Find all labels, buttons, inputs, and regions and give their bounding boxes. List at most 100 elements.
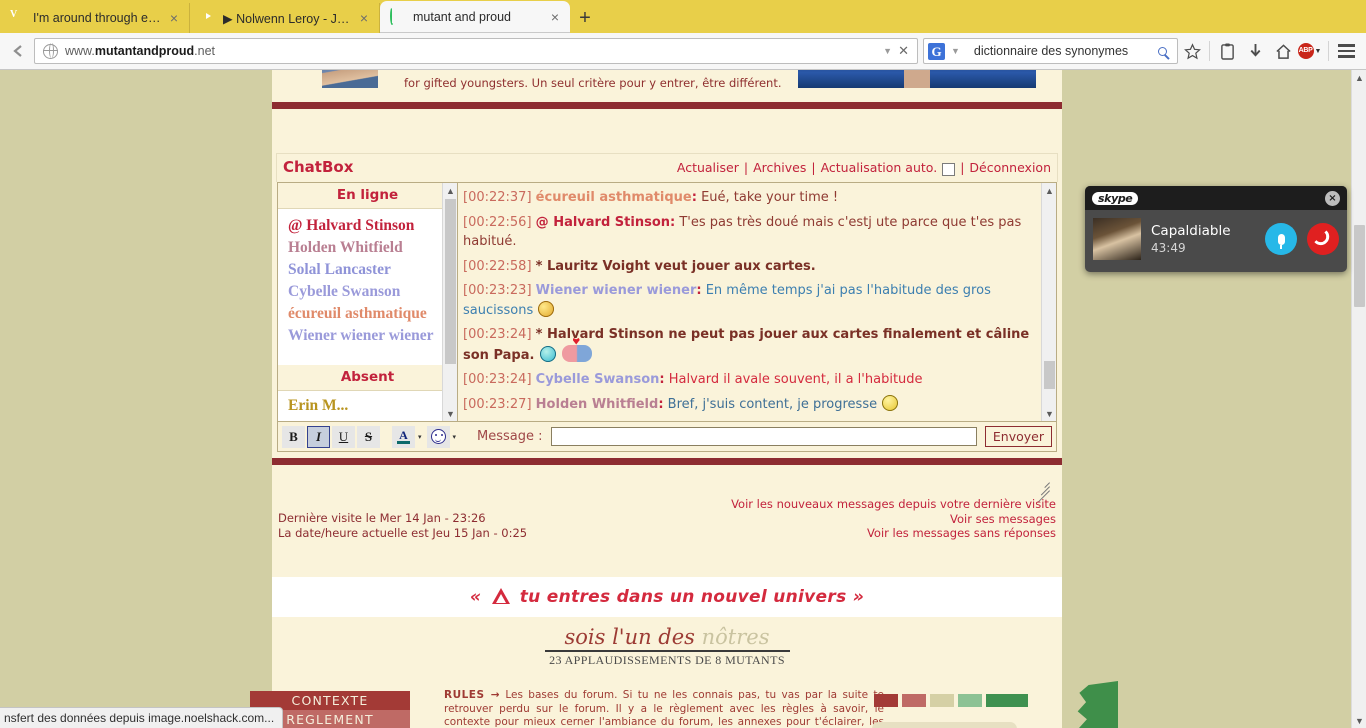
close-icon[interactable]: × (355, 11, 373, 25)
page-scrollbar[interactable]: ▲ ▼ (1351, 70, 1366, 728)
bold-button[interactable]: B (282, 425, 305, 448)
message-author[interactable]: Wiener wiener wiener (536, 283, 697, 298)
list-item[interactable]: Erin M... (288, 395, 457, 417)
swatch (958, 694, 982, 707)
smiley-button[interactable] (426, 425, 450, 448)
new-messages-link[interactable]: Voir les nouveaux messages depuis votre … (731, 497, 1056, 512)
back-forward-icon[interactable] (6, 38, 32, 64)
strikethrough-button[interactable]: S (357, 425, 380, 448)
messages-list: [00:22:37] écureuil asthmatique: Eué, ta… (458, 183, 1056, 421)
url-text: www.mutantandproud.net (65, 44, 216, 58)
search-icon[interactable] (1158, 46, 1167, 56)
home-icon[interactable] (1269, 37, 1297, 65)
close-icon[interactable]: × (1325, 190, 1340, 206)
text-color-button[interactable]: A (392, 425, 415, 448)
search-bar[interactable]: G ▼ dictionnaire des synonymes (923, 38, 1178, 64)
list-item[interactable]: écureuil asthmatique (288, 303, 457, 325)
message-author[interactable]: Cybelle Swanson (536, 372, 660, 387)
bookmark-star-icon[interactable] (1178, 37, 1206, 65)
chevron-down-icon[interactable]: ▾ (452, 433, 460, 441)
loading-spinner-icon (390, 7, 406, 25)
microphone-icon[interactable] (1265, 223, 1297, 255)
scroll-up-icon[interactable]: ▲ (1042, 183, 1056, 198)
scroll-up-icon[interactable]: ▲ (1352, 70, 1366, 85)
swatch (986, 694, 1028, 707)
user-name: Halvard Stinson (306, 217, 415, 234)
top-banner: for gifted youngsters. Un seul critère p… (272, 70, 1062, 102)
downloads-icon[interactable] (1241, 37, 1269, 65)
users-scrollbar[interactable]: ▲ ▼ (442, 183, 457, 421)
archives-link[interactable]: Archives (753, 160, 806, 175)
online-users-list: @ Halvard Stinson Holden Whitfield Solal… (278, 209, 457, 351)
refresh-link[interactable]: Actualiser (677, 160, 739, 175)
browser-tab-2[interactable]: ▶ Nolwenn Leroy - Juste P... × (190, 3, 380, 33)
current-time-text: La date/heure actuelle est Jeu 15 Jan - … (278, 526, 528, 540)
page-viewport: for gifted youngsters. Un seul critère p… (0, 70, 1366, 728)
google-icon[interactable]: G (928, 42, 945, 60)
message-text: * Lauritz Voight veut jouer aux cartes. (535, 258, 816, 274)
forum-content-column: for gifted youngsters. Un seul critère p… (250, 70, 1118, 728)
shield-icon (10, 10, 26, 26)
messages-scrollbar[interactable]: ▲ ▼ (1041, 183, 1056, 421)
toolbar-divider (1328, 41, 1329, 61)
tab-strip: I'm around through every ... × ▶ Nolwenn… (0, 0, 1366, 33)
list-item[interactable]: @ Halvard Stinson (288, 215, 457, 237)
open-quote: « (469, 587, 482, 607)
resize-grip[interactable] (1036, 477, 1050, 504)
browser-tab-1[interactable]: I'm around through every ... × (0, 3, 190, 33)
scrollbar-thumb[interactable] (1044, 361, 1055, 389)
chat-message: [00:22:37] écureuil asthmatique: Eué, ta… (463, 190, 839, 205)
message-author[interactable]: écureuil asthmatique (536, 190, 692, 205)
message-author[interactable]: @ Halvard Stinson (536, 215, 670, 230)
scrollbar-thumb[interactable] (1354, 225, 1365, 307)
search-input[interactable]: dictionnaire des synonymes (966, 44, 1158, 58)
hangup-phone-icon[interactable] (1307, 223, 1339, 255)
list-item[interactable]: Wiener wiener wiener (288, 325, 457, 347)
swatch (874, 694, 898, 707)
reading-list-icon[interactable] (1213, 37, 1241, 65)
toolbar-divider (1209, 41, 1210, 61)
close-icon[interactable]: × (546, 10, 564, 24)
message-time: [00:23:24] (463, 372, 532, 387)
auto-refresh-label: Actualisation auto. (820, 160, 938, 175)
stop-icon[interactable]: ✕ (898, 43, 913, 59)
groups-card[interactable]: groupes & classe... (872, 722, 1017, 728)
unanswered-messages-link[interactable]: Voir les messages sans réponses (731, 526, 1056, 541)
chevron-down-icon[interactable]: ▼ (945, 46, 966, 56)
url-bar[interactable]: www.mutantandproud.net ▼ ✕ (34, 38, 918, 64)
scroll-down-icon[interactable]: ▼ (1352, 713, 1366, 728)
chat-message: [00:23:24] Cybelle Swanson: Halvard il a… (463, 372, 923, 387)
message-input[interactable] (550, 427, 977, 446)
skype-call-notification[interactable]: skype × Capaldiable 43:49 (1085, 186, 1347, 272)
own-messages-link[interactable]: Voir ses messages (731, 512, 1056, 527)
close-icon[interactable]: × (165, 11, 183, 25)
scrollbar-thumb[interactable] (445, 199, 456, 364)
send-button[interactable]: Envoyer (984, 426, 1052, 447)
list-item[interactable]: Holden Whitfield (288, 237, 457, 259)
chevron-down-icon[interactable]: ▼ (1314, 48, 1325, 55)
browser-chrome: I'm around through every ... × ▶ Nolwenn… (0, 0, 1366, 70)
contact-name: Capaldiable (1151, 222, 1231, 239)
italic-button[interactable]: I (307, 425, 330, 448)
banner-divider (272, 102, 1062, 109)
message-author[interactable]: Holden Whitfield (536, 397, 659, 412)
list-item[interactable]: Solal Lancaster (288, 259, 457, 281)
browser-tab-3-active[interactable]: mutant and proud × (380, 1, 570, 33)
chat-users-panel: En ligne @ Halvard Stinson Holden Whitfi… (278, 183, 458, 421)
chevron-down-icon[interactable]: ▼ (877, 46, 898, 56)
new-tab-button[interactable]: + (570, 3, 600, 33)
scroll-down-icon[interactable]: ▼ (443, 406, 457, 421)
auto-refresh-checkbox[interactable] (942, 163, 956, 176)
underline-button[interactable]: U (332, 425, 355, 448)
chat-messages-panel: [00:22:37] écureuil asthmatique: Eué, ta… (458, 183, 1056, 421)
youtube-icon (200, 10, 216, 26)
scroll-up-icon[interactable]: ▲ (443, 183, 457, 198)
adblock-plus-icon[interactable]: ABP ▼ (1297, 37, 1325, 65)
skype-logo: skype (1092, 191, 1139, 205)
chevron-down-icon[interactable]: ▾ (417, 433, 425, 441)
list-item[interactable]: Cybelle Swanson (288, 281, 457, 303)
scroll-down-icon[interactable]: ▼ (1042, 406, 1056, 421)
message-time: [00:22:58] (463, 258, 532, 274)
logout-link[interactable]: Déconnexion (969, 160, 1051, 175)
menu-hamburger-icon[interactable] (1332, 37, 1360, 65)
